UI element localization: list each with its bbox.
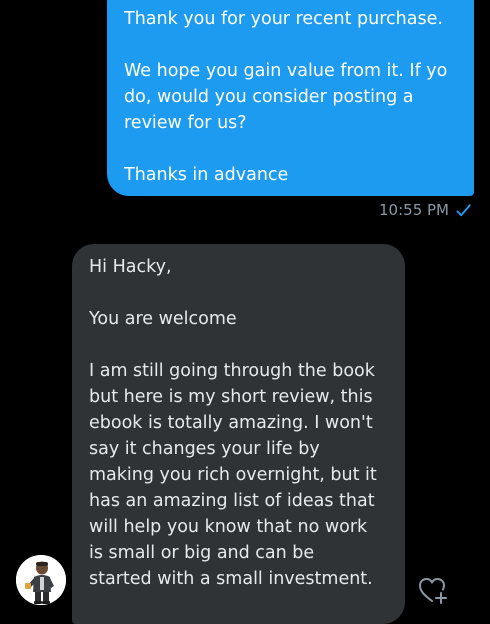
sent-message-paragraph: We hope you gain value from it. If yo do… xyxy=(124,61,448,133)
received-message-paragraph: Hi Hacky, xyxy=(89,257,172,277)
received-message-paragraph: I am still going through the book but he… xyxy=(89,361,377,589)
sent-message-paragraph: Thanks in advance xyxy=(124,165,289,185)
received-message-bubble[interactable]: Hi Hacky, You are welcome I am still goi… xyxy=(72,244,405,624)
message-time: 10:55 PM xyxy=(379,201,449,219)
heart-add-icon[interactable] xyxy=(417,575,449,605)
sent-message-paragraph: Thank you for your recent purchase. xyxy=(124,9,443,29)
check-icon xyxy=(455,202,472,219)
received-message-paragraph: You are welcome xyxy=(89,309,237,329)
avatar-icon[interactable] xyxy=(16,555,66,605)
sent-message-bubble[interactable]: Thank you for your recent purchase. We h… xyxy=(107,0,474,196)
message-timestamp-row: 10:55 PM xyxy=(379,200,472,220)
